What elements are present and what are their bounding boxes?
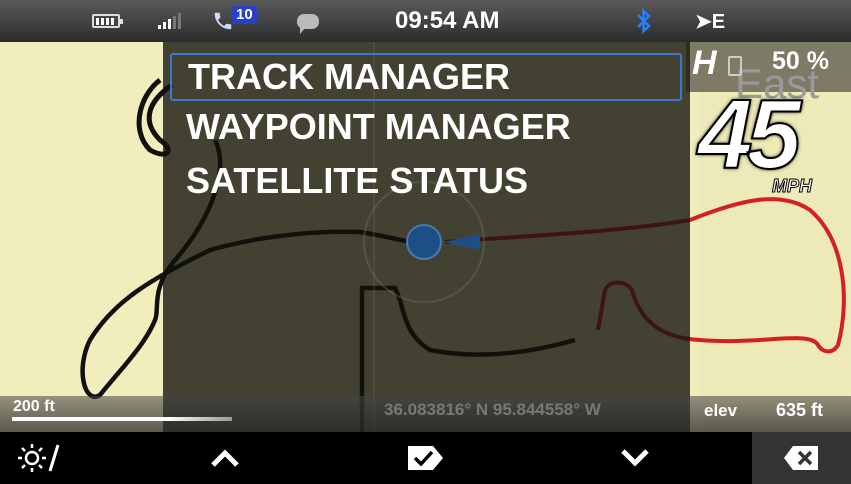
backspace-icon: [783, 446, 818, 470]
chevron-down-icon: [621, 449, 649, 467]
gear-indicator: H: [692, 44, 717, 82]
bottom-toolbar: [0, 432, 851, 484]
navigation-screen: TRACK MANAGER WAYPOINT MANAGER SATELLITE…: [0, 0, 851, 484]
compass-heading: ➤E: [695, 10, 726, 33]
speed-readout: 45: [697, 79, 802, 189]
battery-icon: [92, 0, 123, 42]
clock: 09:54 AM: [395, 7, 500, 34]
bluetooth-icon: [636, 0, 652, 42]
select-tag-check-icon: [408, 446, 443, 470]
missed-calls-badge: 10: [232, 6, 257, 24]
position-marker: [406, 224, 442, 260]
heading-arrow: [444, 234, 480, 250]
menu-item-waypoint-manager[interactable]: WAYPOINT MANAGER: [170, 101, 690, 155]
fuel-level: 50 %: [772, 47, 829, 75]
map-scale-bar: [12, 417, 232, 421]
day-night-toggle-icon: [18, 444, 76, 472]
elevation-label: elev: [704, 401, 738, 420]
back-button[interactable]: [752, 432, 851, 484]
signal-bars-icon: [158, 0, 181, 42]
speed-unit: MPH: [772, 176, 813, 197]
chevron-up-icon: [211, 449, 239, 467]
status-bar: 10 09:54 AM ➤E: [0, 0, 851, 42]
scroll-up-button[interactable]: [175, 432, 275, 484]
scroll-down-button[interactable]: [585, 432, 685, 484]
select-button[interactable]: [375, 432, 475, 484]
map-scale-label: 200 ft: [13, 398, 55, 415]
fuel-pump-icon: [728, 56, 742, 76]
menu-item-satellite-status[interactable]: SATELLITE STATUS: [170, 155, 690, 209]
tools-menu: TRACK MANAGER WAYPOINT MANAGER SATELLITE…: [170, 53, 690, 209]
phone-icon[interactable]: [212, 0, 234, 42]
gps-coordinates: 36.083816° N 95.844558° W: [384, 400, 601, 419]
menu-item-track-manager[interactable]: TRACK MANAGER: [170, 53, 682, 101]
day-night-toggle-button[interactable]: [0, 432, 100, 484]
elevation-value: 635 ft: [776, 400, 824, 420]
chat-bubble-icon[interactable]: [297, 0, 319, 42]
